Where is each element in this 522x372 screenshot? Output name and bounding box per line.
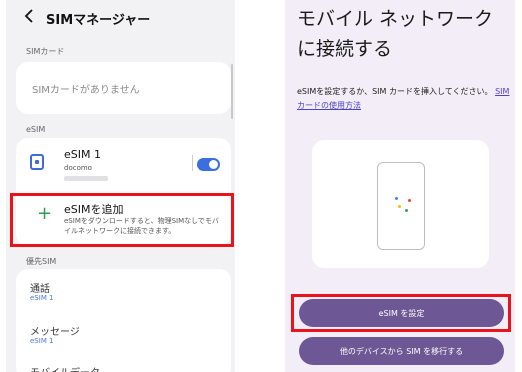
- chevron-left-icon[interactable]: [24, 9, 34, 27]
- dot-green: [405, 209, 408, 212]
- call-value: eSIM 1: [30, 294, 54, 302]
- section-header-esim: eSIM: [26, 125, 46, 134]
- highlight-box: [291, 294, 511, 332]
- mobile-data-label[interactable]: モバイルデータ: [30, 364, 100, 372]
- sim-manager-screen: SIMマネージャー SIMカード SIMカードがありません eSIM eSIM …: [6, 0, 235, 372]
- transfer-sim-button[interactable]: 他のデバイスから SIM を移行する: [299, 337, 504, 365]
- esim1-carrier: docomo: [64, 164, 92, 172]
- instruction-body: eSIMを設定するか、SIM カードを挿入してください。: [297, 87, 493, 96]
- masked-number: [64, 176, 108, 181]
- esim1-toggle[interactable]: [197, 158, 220, 171]
- dot-yellow: [398, 205, 401, 208]
- sim-card-icon: [30, 154, 44, 170]
- no-sim-text: SIMカードがありません: [32, 85, 140, 96]
- highlight-box: [10, 193, 234, 247]
- connect-network-screen: モバイル ネットワークに接続する eSIMを設定するか、SIM カードを挿入して…: [285, 0, 515, 372]
- section-header-sim-card: SIMカード: [26, 47, 65, 56]
- divider: [192, 155, 193, 171]
- phone-illustration: [312, 140, 489, 268]
- page-title: モバイル ネットワークに接続する: [297, 8, 494, 60]
- dot-red: [408, 199, 411, 202]
- call-label: 通話: [30, 284, 50, 295]
- dot-blue: [395, 197, 398, 200]
- message-label: メッセージ: [30, 327, 80, 338]
- section-header-priority-sim: 優先SIM: [26, 257, 57, 266]
- esim1-name: eSIM 1: [64, 148, 101, 161]
- scrollbar[interactable]: [231, 64, 233, 119]
- phone-icon: [377, 162, 425, 250]
- app-bar: SIMマネージャー: [6, 0, 235, 36]
- message-value: eSIM 1: [30, 337, 54, 345]
- page-title: SIMマネージャー: [46, 13, 151, 28]
- instruction-text: eSIMを設定するか、SIM カードを挿入してください。 SIM カードの使用方…: [297, 85, 511, 113]
